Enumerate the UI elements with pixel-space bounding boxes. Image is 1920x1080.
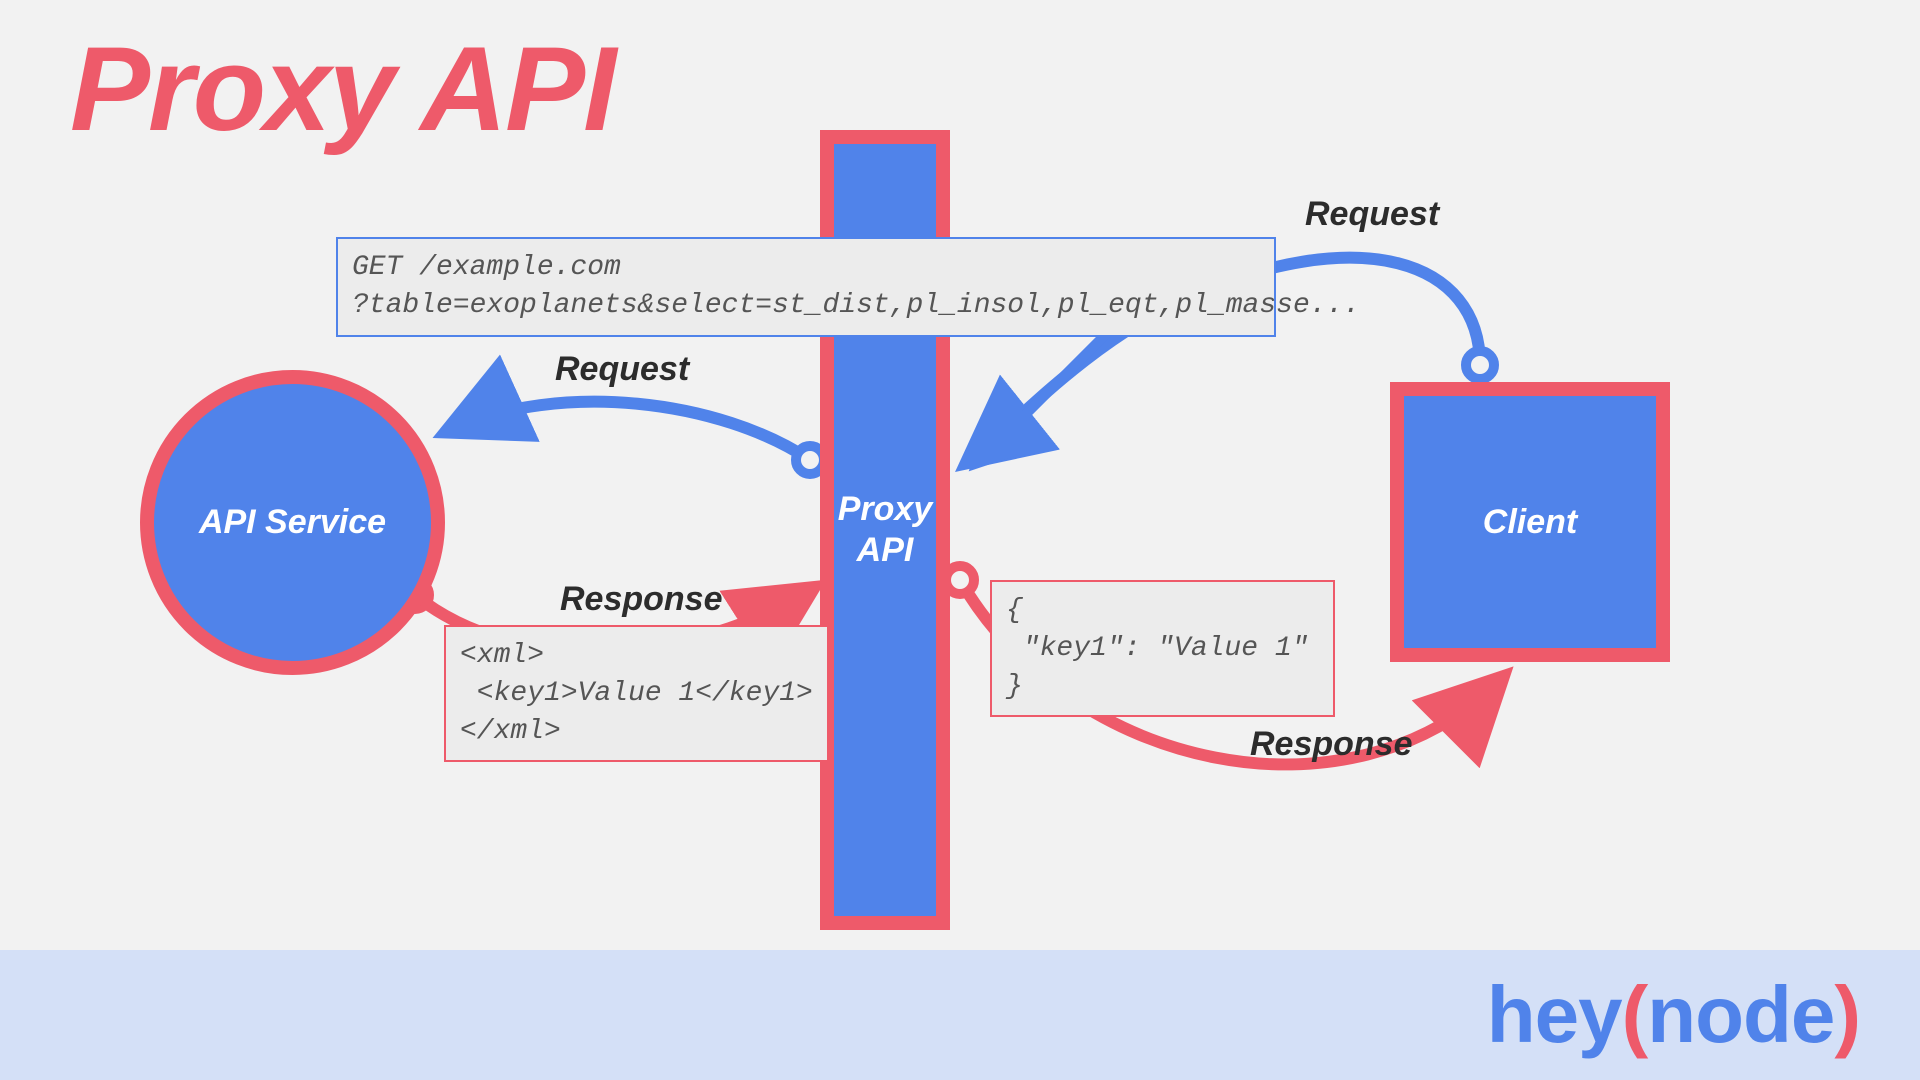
label-request-right: Request bbox=[1305, 195, 1439, 234]
brand-logo: hey(node) bbox=[1487, 969, 1860, 1061]
label-request-left: Request bbox=[555, 350, 689, 389]
footer-bar: hey(node) bbox=[0, 950, 1920, 1080]
proxy-api-label: Proxy API bbox=[838, 489, 933, 571]
brand-node: node bbox=[1647, 970, 1834, 1059]
label-response-left: Response bbox=[560, 580, 723, 619]
diagram-stage: Proxy API API Service Proxy bbox=[0, 0, 1920, 1080]
client-label: Client bbox=[1483, 503, 1577, 542]
json-response-callout: { "key1": "Value 1" } bbox=[990, 580, 1335, 717]
api-service-node: API Service bbox=[140, 370, 445, 675]
client-node: Client bbox=[1390, 382, 1670, 662]
api-service-label: API Service bbox=[199, 503, 386, 542]
xml-response-callout: <xml> <key1>Value 1</key1> </xml> bbox=[444, 625, 829, 762]
brand-close-paren: ) bbox=[1834, 970, 1860, 1059]
diagram-title: Proxy API bbox=[70, 20, 614, 158]
brand-open-paren: ( bbox=[1622, 970, 1648, 1059]
arrow-proxy-to-api bbox=[450, 402, 810, 460]
label-response-right: Response bbox=[1250, 725, 1413, 764]
get-request-callout: GET /example.com ?table=exoplanets&selec… bbox=[336, 237, 1276, 337]
brand-hey: hey bbox=[1487, 970, 1622, 1059]
